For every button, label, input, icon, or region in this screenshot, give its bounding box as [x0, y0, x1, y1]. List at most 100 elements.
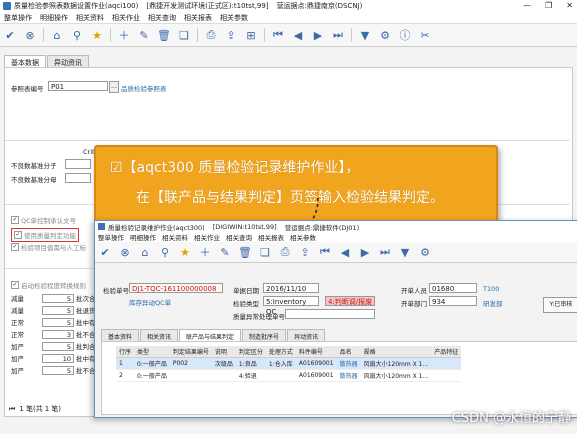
level-value[interactable]: 5	[42, 317, 74, 327]
print-icon[interactable]: ⎙	[203, 27, 219, 43]
first-page-icon[interactable]: ⏮	[9, 405, 15, 414]
col-header[interactable]: 行序	[116, 346, 135, 358]
maximize-button[interactable]: ❐	[545, 1, 552, 10]
col-header[interactable]: 品名	[336, 346, 361, 358]
lookup-icon[interactable]: …	[109, 81, 119, 93]
judgement-table: 行序 类型 判定结果编号 说明 判定区分 处理方式 料件编号 品名 规格 产品特…	[116, 346, 462, 382]
last-icon[interactable]: ⏭	[330, 27, 346, 43]
doc-no-input[interactable]: DJ1-TQC-161100000008	[129, 283, 223, 293]
favorite-icon[interactable]: ★	[89, 27, 105, 43]
export-icon[interactable]: ⇪	[223, 27, 239, 43]
confirm-icon[interactable]: ✔	[97, 244, 113, 260]
add-icon[interactable]: ＋	[116, 27, 132, 43]
bad-numerator-input[interactable]	[65, 159, 91, 169]
inspect-type-select[interactable]: 5:Inventory QC	[263, 296, 319, 316]
col-header[interactable]: 料件编号	[295, 346, 337, 358]
search-icon[interactable]: ⚲	[69, 27, 85, 43]
menu-item[interactable]: 明细操作	[40, 13, 68, 23]
menu-item[interactable]: 相关报表	[184, 13, 212, 23]
minimize-button[interactable]: —	[523, 1, 531, 10]
menu-item[interactable]: 相关作业	[194, 232, 220, 242]
menu-item[interactable]: 相关报表	[258, 232, 284, 242]
search-icon[interactable]: ⚲	[157, 244, 173, 260]
bad-denominator-input[interactable]	[65, 173, 91, 183]
delete-icon[interactable]: 🗑	[237, 244, 253, 260]
col-header[interactable]: 判定区分	[235, 346, 266, 358]
menu-item[interactable]: 相关资料	[162, 232, 188, 242]
level-value[interactable]: 3	[42, 329, 74, 339]
doc-date-label: 单据日期	[233, 287, 259, 295]
next-icon[interactable]: ▶	[357, 244, 373, 260]
edit-icon[interactable]: ✎	[217, 244, 233, 260]
col-header[interactable]: 处理方式	[265, 346, 296, 358]
menu-item[interactable]: 相关参数	[220, 13, 248, 23]
col-header[interactable]: 规格	[360, 346, 432, 358]
col-header[interactable]: 说明	[211, 346, 236, 358]
menu-item[interactable]: 相关查询	[226, 232, 252, 242]
copy-icon[interactable]: ❏	[176, 27, 192, 43]
ref-table-link[interactable]: 品质检验参照表	[121, 83, 167, 93]
next-icon[interactable]: ▶	[310, 27, 326, 43]
toolbar: ✔ ⊗ ⌂ ⚲ ★ ＋ ✎ 🗑 ❏ ⎙ ⇪ ⊞ ⏮ ◀ ▶ ⏭ ▼ ⚙ ⓘ ✂	[0, 24, 577, 47]
bad-numerator-label: 不良数基准分子	[11, 162, 57, 170]
menu-item[interactable]: 相关参数	[290, 232, 316, 242]
conversion-rule-checkbox[interactable]: ✓ 启动检验程度转换规则	[11, 280, 86, 290]
export-icon[interactable]: ⇪	[297, 244, 313, 260]
filter-icon[interactable]: ▼	[397, 244, 413, 260]
last-icon[interactable]: ⏭	[377, 244, 393, 260]
delete-icon[interactable]: 🗑	[156, 27, 172, 43]
table-row[interactable]: 1 0:一般产品 P002 次级品 1:良品 1:仓入库 A01609001 散热器 风扇大小1…	[116, 357, 462, 370]
level-row: 加严 5 批不合	[11, 365, 96, 375]
doc-type-link[interactable]: 库存异动QC单	[129, 297, 171, 307]
filter-icon[interactable]: ▼	[357, 27, 373, 43]
level-value[interactable]: 5	[42, 293, 74, 303]
menu-item[interactable]: 明细操作	[130, 232, 156, 242]
home-icon[interactable]: ⌂	[137, 244, 153, 260]
ref-table-input[interactable]: P01	[48, 81, 108, 91]
attach-icon[interactable]: ⊞	[243, 27, 259, 43]
approve-status-button[interactable]: Y:已审核	[543, 297, 577, 313]
pager-text: 1 笔(共	[19, 405, 43, 413]
level-value[interactable]: 5	[42, 365, 74, 375]
col-header[interactable]: 产品特征	[431, 346, 462, 358]
col-header[interactable]: 类型	[134, 346, 170, 358]
edit-icon[interactable]: ✎	[136, 27, 152, 43]
query-icon[interactable]: ⚙	[377, 27, 393, 43]
level-value[interactable]: 5	[42, 305, 74, 315]
menu-item[interactable]: 整单操作	[4, 13, 32, 23]
quality-judgement-checkbox[interactable]: ✓ 使用质量判定功能	[11, 228, 79, 242]
qc-approval-checkbox[interactable]: ✓ QC单控制承认文号	[11, 215, 76, 225]
prev-icon[interactable]: ◀	[290, 27, 306, 43]
clip-icon[interactable]: ✂	[417, 27, 433, 43]
first-icon[interactable]: ⏮	[317, 244, 333, 260]
col-header[interactable]: 判定结果编号	[169, 346, 212, 358]
inner-org: 营运据点:鼎捷软件(DJ01)	[284, 223, 360, 232]
copy-icon[interactable]: ❏	[257, 244, 273, 260]
inspection-value-checkbox[interactable]: ✓ 检验项目值需与人工标	[11, 242, 86, 252]
level-row: 加严 10 批中有	[11, 353, 96, 363]
add-icon[interactable]: ＋	[197, 244, 213, 260]
info-icon[interactable]: ⓘ	[397, 27, 413, 43]
close-button[interactable]: ✕	[566, 1, 573, 10]
level-value[interactable]: 10	[42, 353, 74, 363]
confirm-icon[interactable]: ✔	[2, 27, 18, 43]
menu-item[interactable]: 相关资料	[76, 13, 104, 23]
level-value[interactable]: 5	[42, 341, 74, 351]
menu-item[interactable]: 相关查询	[148, 13, 176, 23]
doc-date-input[interactable]: 2016/11/10	[263, 283, 319, 293]
first-icon[interactable]: ⏮	[270, 27, 286, 43]
dept-input[interactable]: 934	[429, 296, 477, 306]
print-icon[interactable]: ⎙	[277, 244, 293, 260]
quality-issue-input[interactable]	[285, 309, 375, 319]
dept-link[interactable]: 研发部	[483, 298, 503, 308]
menu-item[interactable]: 相关作业	[112, 13, 140, 23]
cancel-icon[interactable]: ⊗	[117, 244, 133, 260]
favorite-icon[interactable]: ★	[177, 244, 193, 260]
prev-icon[interactable]: ◀	[337, 244, 353, 260]
table-row[interactable]: 2 0:一般产品 4:验退 A01609001 散热器 风扇大小120mm X 1...	[116, 369, 462, 382]
cancel-icon[interactable]: ⊗	[22, 27, 38, 43]
menu-item[interactable]: 整单操作	[98, 232, 124, 242]
person-input[interactable]: 01680	[429, 283, 477, 293]
query-icon[interactable]: ⚙	[417, 244, 433, 260]
home-icon[interactable]: ⌂	[49, 27, 65, 43]
